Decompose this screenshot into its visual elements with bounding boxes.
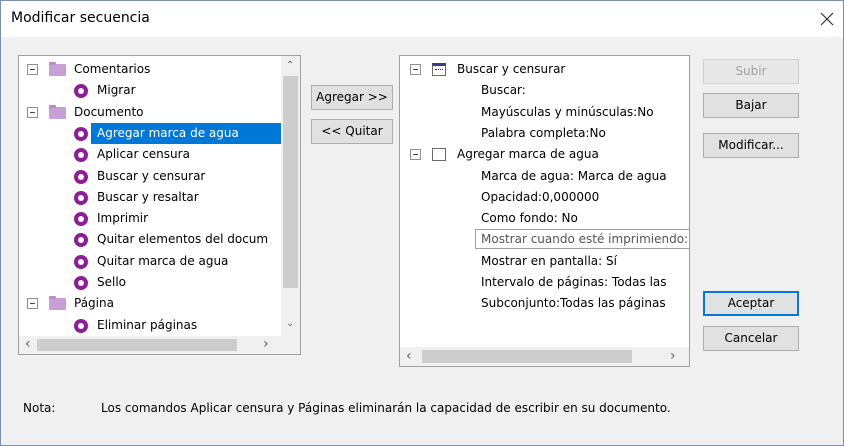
- command-property[interactable]: Opacidad:0,000000: [400, 187, 689, 208]
- tree-item-label: Sello: [97, 275, 127, 289]
- note-text: Los comandos Aplicar censura y Páginas e…: [101, 401, 671, 415]
- command-icon: [74, 276, 88, 290]
- command-property[interactable]: Intervalo de páginas: Todas las: [400, 272, 689, 293]
- command-icon: [74, 318, 88, 333]
- tree-item-label: Imprimir: [97, 211, 149, 226]
- command-property[interactable]: Palabra completa:No: [400, 123, 689, 144]
- tree-item-label: Quitar elementos del docum: [97, 232, 269, 247]
- tree-item-label: Buscar y resaltar: [97, 189, 199, 204]
- tree-item[interactable]: Migrar: [19, 80, 281, 101]
- scroll-thumb[interactable]: [283, 76, 298, 288]
- tree-item[interactable]: Aplicar censura: [19, 144, 281, 165]
- command-property[interactable]: Marca de agua: Marca de agua: [400, 166, 689, 187]
- collapse-icon[interactable]: [410, 64, 421, 75]
- command-property[interactable]: Buscar:: [400, 80, 689, 101]
- ok-button[interactable]: Aceptar: [703, 291, 799, 316]
- dotted-rect-icon: [432, 63, 446, 76]
- scroll-thumb[interactable]: [37, 339, 237, 351]
- property-label: Mostrar en pantalla: Sí: [481, 253, 617, 268]
- tree-item[interactable]: Buscar y resaltar: [19, 187, 281, 208]
- command-property[interactable]: Mostrar cuando esté imprimiendo: Sí: [400, 229, 689, 250]
- property-label: Opacidad:0,000000: [481, 189, 600, 204]
- modify-sequence-dialog: Modificar secuencia Comentarios Migrar Doc…: [0, 0, 844, 446]
- command-icon: [74, 254, 88, 269]
- tree-item[interactable]: Buscar y censurar: [19, 166, 281, 187]
- command-icon: [74, 126, 88, 141]
- note-label: Nota:: [23, 401, 56, 415]
- scroll-right-icon[interactable]: ›: [263, 337, 269, 351]
- move-down-button[interactable]: Bajar: [703, 93, 799, 118]
- collapse-icon[interactable]: [410, 149, 421, 161]
- cancel-button[interactable]: Cancelar: [703, 326, 799, 351]
- property-label: Subconjunto:Todas las páginas: [481, 296, 666, 311]
- title-bar: Modificar secuencia: [1, 1, 843, 37]
- command-icon: [74, 233, 88, 248]
- collapse-icon[interactable]: [27, 106, 38, 118]
- scroll-left-icon[interactable]: ‹: [25, 337, 31, 351]
- move-up-button[interactable]: Subir: [703, 59, 799, 84]
- tree-item[interactable]: Imprimir: [19, 208, 281, 229]
- collapse-icon[interactable]: [27, 64, 38, 75]
- command-icon: [74, 148, 88, 163]
- command-icon: [74, 169, 88, 184]
- scroll-right-icon[interactable]: ›: [670, 349, 676, 363]
- right-horizontal-scrollbar[interactable]: ‹ ›: [400, 347, 689, 366]
- empty-rect-icon: [432, 148, 446, 162]
- add-button[interactable]: Agregar >>: [311, 85, 393, 110]
- command-property[interactable]: Como fondo: No: [400, 208, 689, 229]
- left-horizontal-scrollbar[interactable]: ‹ ›: [19, 336, 300, 354]
- tree-item[interactable]: Sello: [19, 272, 281, 293]
- property-label: Palabra completa:No: [481, 125, 606, 140]
- tree-item-label: Buscar y censurar: [97, 168, 206, 183]
- tree-group[interactable]: Documento: [19, 102, 281, 123]
- command-property[interactable]: Mostrar en pantalla: Sí: [400, 251, 689, 272]
- tree-item[interactable]: Quitar marca de agua: [19, 251, 281, 272]
- command-property[interactable]: Subconjunto:Todas las páginas: [400, 293, 689, 314]
- sequence-command-label: Agregar marca de agua: [457, 147, 599, 162]
- tree-item-label: Agregar marca de agua: [91, 122, 281, 144]
- sequence-tree[interactable]: Buscar y censurar Buscar: Mayúsculas y min…: [399, 55, 690, 367]
- scroll-thumb[interactable]: [422, 350, 632, 363]
- left-vertical-scrollbar[interactable]: ⌃ ⌄: [281, 56, 300, 336]
- modify-button[interactable]: Modificar...: [703, 133, 799, 158]
- command-icon: [74, 190, 88, 205]
- folder-icon: [49, 62, 66, 76]
- tree-item[interactable]: Quitar elementos del docum: [19, 229, 281, 250]
- folder-icon: [49, 296, 66, 311]
- scroll-left-icon[interactable]: ‹: [406, 349, 412, 363]
- collapse-icon[interactable]: [27, 298, 38, 310]
- sequence-command-label: Buscar y censurar: [457, 62, 566, 76]
- remove-button[interactable]: << Quitar: [311, 119, 393, 144]
- tree-group[interactable]: Página: [19, 293, 281, 314]
- property-label: Como fondo: No: [481, 211, 578, 226]
- close-button[interactable]: [813, 5, 841, 33]
- tree-item-label: Migrar: [97, 83, 136, 98]
- tree-group-label: Comentarios: [74, 62, 151, 76]
- property-label: Buscar:: [481, 83, 526, 98]
- tree-item-label: Quitar marca de agua: [97, 253, 229, 268]
- property-label: Intervalo de páginas: Todas las: [481, 275, 667, 289]
- tree-item-label: Aplicar censura: [97, 147, 190, 162]
- property-label: Mostrar cuando esté imprimiendo: Sí: [475, 229, 689, 250]
- tree-group[interactable]: Comentarios: [19, 59, 281, 80]
- commands-tree[interactable]: Comentarios Migrar Documento Agregar marca …: [18, 55, 301, 355]
- tree-item[interactable]: Eliminar páginas: [19, 315, 281, 336]
- tree-group-label: Página: [74, 296, 114, 311]
- folder-icon: [49, 104, 66, 119]
- property-label: Marca de agua: Marca de agua: [481, 168, 667, 183]
- sequence-command[interactable]: Agregar marca de agua: [400, 144, 689, 165]
- close-icon: [820, 12, 834, 26]
- tree-item-label: Eliminar páginas: [97, 317, 198, 332]
- tree-group-label: Documento: [74, 104, 144, 119]
- command-icon: [74, 212, 88, 227]
- window-title: Modificar secuencia: [11, 10, 150, 26]
- tree-item[interactable]: Agregar marca de agua: [19, 122, 281, 144]
- command-icon: [74, 84, 88, 99]
- property-label: Mayúsculas y minúsculas:No: [481, 104, 654, 119]
- scroll-up-icon[interactable]: ⌃: [286, 60, 294, 72]
- sequence-command[interactable]: Buscar y censurar: [400, 59, 689, 80]
- command-property[interactable]: Mayúsculas y minúsculas:No: [400, 102, 689, 123]
- scroll-down-icon[interactable]: ⌄: [286, 318, 294, 330]
